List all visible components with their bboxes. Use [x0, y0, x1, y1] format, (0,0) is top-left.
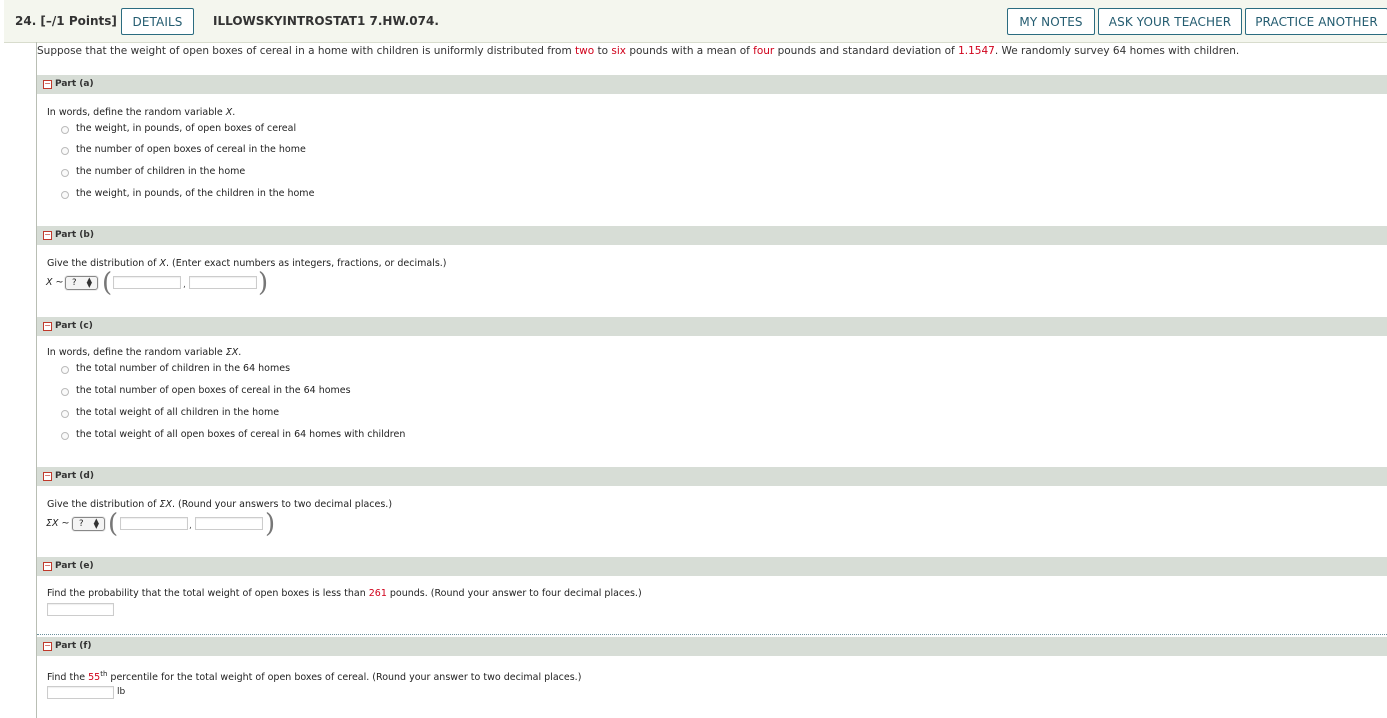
- part-b-label: Part (b): [55, 230, 94, 240]
- part-e-label: Part (e): [55, 561, 94, 571]
- part-a-option[interactable]: the weight, in pounds, of open boxes of …: [61, 122, 296, 134]
- updown-arrow-icon: ▲ ▼: [86, 276, 92, 289]
- radio-icon[interactable]: [61, 169, 69, 177]
- comma: ,: [183, 280, 186, 290]
- left-paren: (: [102, 268, 113, 298]
- value-six: six: [611, 45, 626, 57]
- part-c-option[interactable]: the total weight of all open boxes of ce…: [61, 428, 405, 440]
- part-e-header[interactable]: − Part (e): [37, 557, 1387, 576]
- part-d-prompt: Give the distribution of ΣX. (Round your…: [47, 499, 393, 510]
- collapse-icon[interactable]: −: [43, 642, 52, 651]
- part-c-option[interactable]: the total number of children in the 64 h…: [61, 362, 290, 374]
- right-paren: ): [265, 509, 276, 539]
- distribution-select[interactable]: ? ▲ ▼: [65, 276, 98, 290]
- part-a-header[interactable]: − Part (a): [37, 75, 1387, 94]
- distribution-label: ΣX ~: [46, 518, 70, 529]
- value-55: 55: [88, 672, 101, 684]
- part-c-prompt: In words, define the random variable ΣX.: [47, 347, 242, 358]
- collapse-icon[interactable]: −: [43, 231, 52, 240]
- part-c-header[interactable]: − Part (c): [37, 317, 1387, 336]
- details-button[interactable]: DETAILS: [121, 8, 194, 35]
- param-2-input[interactable]: [189, 276, 257, 289]
- value-four: four: [753, 45, 775, 57]
- part-f-prompt: Find the 55th percentile for the total w…: [47, 670, 582, 684]
- collapse-icon[interactable]: −: [43, 472, 52, 481]
- percentile-input[interactable]: [47, 686, 114, 699]
- part-a-option[interactable]: the weight, in pounds, of the children i…: [61, 187, 314, 199]
- comma: ,: [189, 521, 192, 531]
- value-sd: 1.1547: [958, 45, 995, 57]
- radio-icon[interactable]: [61, 388, 69, 396]
- radio-icon[interactable]: [61, 191, 69, 199]
- unit-label: lb: [117, 687, 126, 697]
- part-d-header[interactable]: − Part (d): [37, 467, 1387, 486]
- separator: [37, 634, 1387, 635]
- value-261: 261: [368, 588, 387, 599]
- radio-icon[interactable]: [61, 126, 69, 134]
- collapse-icon[interactable]: −: [43, 80, 52, 89]
- param-1-input[interactable]: [113, 276, 181, 289]
- updown-arrow-icon: ▲ ▼: [93, 517, 99, 530]
- question-header: 24. [–/1 Points] DETAILS ILLOWSKYINTROST…: [4, 0, 1387, 43]
- part-c-option[interactable]: the total number of open boxes of cereal…: [61, 384, 351, 396]
- distribution-select[interactable]: ? ▲ ▼: [72, 517, 105, 531]
- radio-icon[interactable]: [61, 432, 69, 440]
- question-intro: Suppose that the weight of open boxes of…: [37, 45, 1239, 57]
- probability-input[interactable]: [47, 603, 114, 616]
- param-1-input[interactable]: [120, 517, 188, 530]
- radio-icon[interactable]: [61, 366, 69, 374]
- part-f-label: Part (f): [55, 641, 92, 651]
- practice-another-button[interactable]: PRACTICE ANOTHER: [1245, 8, 1387, 35]
- part-a-option[interactable]: the number of open boxes of cereal in th…: [61, 143, 306, 155]
- part-c-label: Part (c): [55, 321, 93, 331]
- collapse-icon[interactable]: −: [43, 562, 52, 571]
- intro-text: Suppose that the weight of open boxes of…: [37, 45, 576, 57]
- intro-text: to: [594, 45, 612, 57]
- part-c-option[interactable]: the total weight of all children in the …: [61, 406, 279, 418]
- left-margin-line: [36, 42, 37, 718]
- value-two: two: [575, 45, 595, 57]
- part-f-header[interactable]: − Part (f): [37, 637, 1387, 656]
- part-a-label: Part (a): [55, 79, 94, 89]
- part-a-option[interactable]: the number of children in the home: [61, 165, 245, 177]
- left-paren: (: [108, 509, 119, 539]
- intro-text: pounds and standard deviation of: [774, 45, 959, 57]
- intro-text: . We randomly survey 64 homes with child…: [994, 45, 1240, 57]
- param-2-input[interactable]: [195, 517, 263, 530]
- part-e-prompt: Find the probability that the total weig…: [47, 588, 642, 599]
- radio-icon[interactable]: [61, 147, 69, 155]
- part-a-prompt: In words, define the random variable X.: [47, 107, 236, 118]
- assignment-code: ILLOWSKYINTROSTAT1 7.HW.074.: [213, 14, 439, 28]
- ask-teacher-button[interactable]: ASK YOUR TEACHER: [1098, 8, 1242, 35]
- collapse-icon[interactable]: −: [43, 322, 52, 331]
- my-notes-button[interactable]: MY NOTES: [1007, 8, 1095, 35]
- part-d-label: Part (d): [55, 471, 94, 481]
- question-number: 24. [–/1 Points]: [15, 14, 117, 28]
- intro-text: pounds with a mean of: [625, 45, 754, 57]
- radio-icon[interactable]: [61, 410, 69, 418]
- part-b-header[interactable]: − Part (b): [37, 226, 1387, 245]
- distribution-label: X ~: [46, 277, 64, 288]
- right-paren: ): [258, 268, 269, 298]
